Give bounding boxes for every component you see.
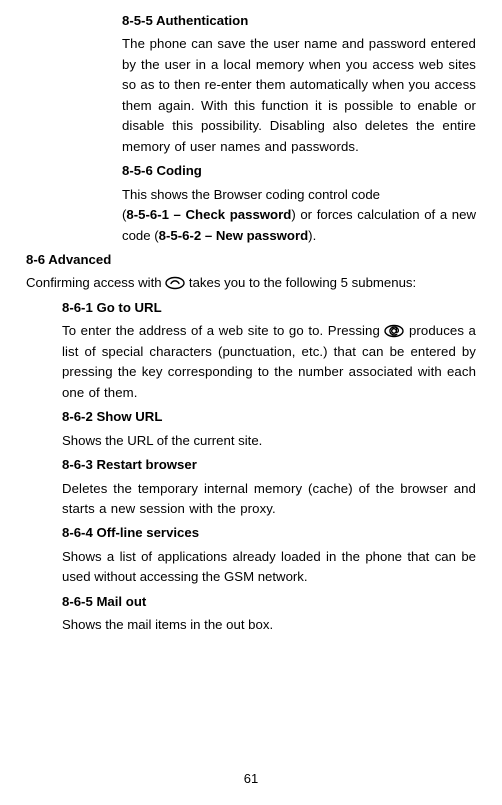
text: ). — [308, 228, 316, 243]
heading-8-6: 8-6 Advanced — [26, 250, 476, 270]
text: This shows the Browser coding control co… — [122, 187, 380, 202]
body-8-6-2: Shows the URL of the current site. — [62, 431, 476, 451]
heading-8-6-2: 8-6-2 Show URL — [62, 407, 476, 427]
heading-8-6-3: 8-6-3 Restart browser — [62, 455, 476, 475]
confirm-key-icon — [165, 276, 185, 290]
body-8-5-6: This shows the Browser coding control co… — [122, 185, 476, 246]
heading-8-5-6: 8-5-6 Coding — [122, 161, 476, 181]
heading-8-6-4: 8-6-4 Off-line services — [62, 523, 476, 543]
text: takes you to the following 5 submenus: — [185, 275, 416, 290]
body-8-6-3: Deletes the temporary internal memory (c… — [62, 479, 476, 520]
code-8-5-6-1: 8-5-6-1 – Check password — [126, 207, 291, 222]
body-8-6-4: Shows a list of applications already loa… — [62, 547, 476, 588]
text: To enter the address of a web site to go… — [62, 323, 384, 338]
body-8-6: Confirming access with takes you to the … — [26, 273, 476, 293]
heading-8-6-5: 8-6-5 Mail out — [62, 592, 476, 612]
page-number: 61 — [0, 769, 502, 789]
heading-8-6-1: 8-6-1 Go to URL — [62, 298, 476, 318]
heading-8-5-5: 8-5-5 Authentication — [122, 11, 476, 31]
body-8-6-1: To enter the address of a web site to go… — [62, 321, 476, 403]
body-8-6-5: Shows the mail items in the out box. — [62, 615, 476, 635]
body-8-5-5: The phone can save the user name and pas… — [122, 34, 476, 157]
code-8-5-6-2: 8-5-6-2 – New password — [159, 228, 309, 243]
at-key-icon — [384, 324, 404, 338]
text: Confirming access with — [26, 275, 165, 290]
